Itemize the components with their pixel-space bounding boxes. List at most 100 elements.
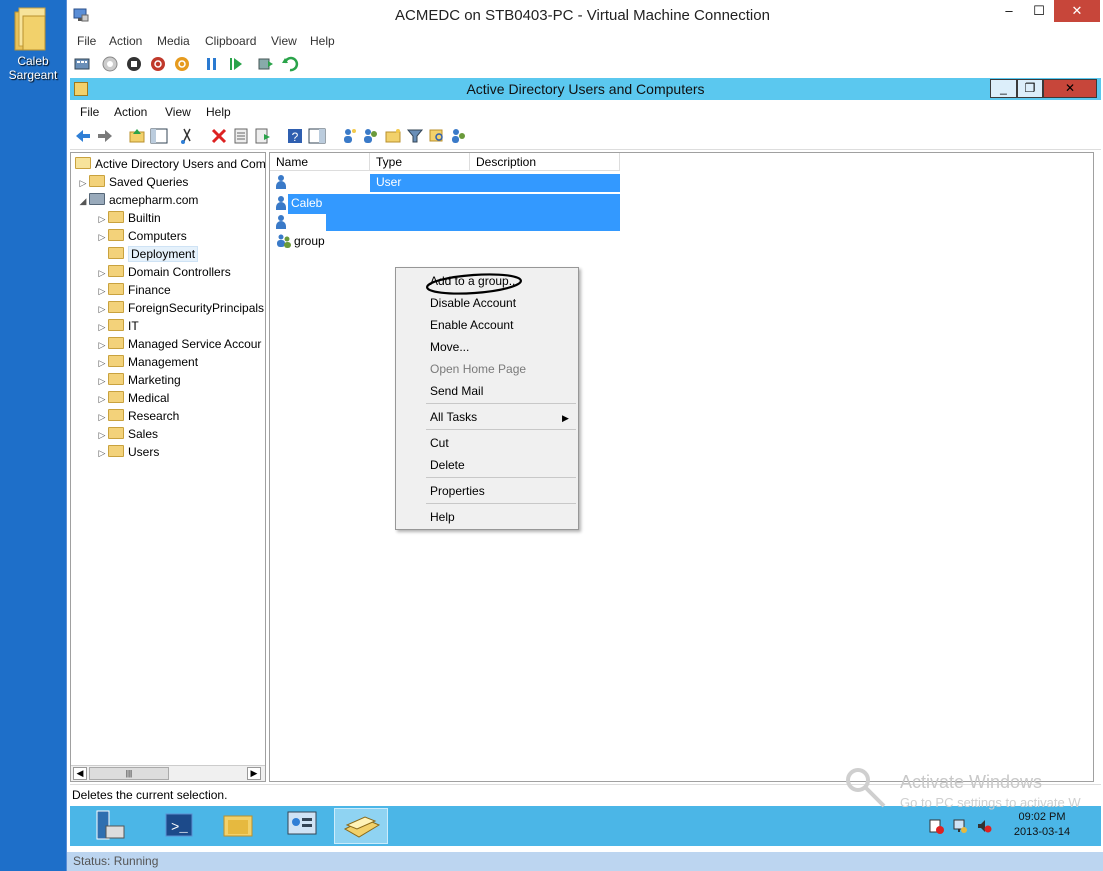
aduc-menu-file[interactable]: File: [80, 105, 99, 119]
menu-item-disable-account[interactable]: Disable Account: [430, 296, 516, 310]
expand-arrow-icon[interactable]: ▷: [96, 282, 108, 300]
tree-item-research[interactable]: ▷ Research: [96, 407, 179, 425]
turn-off-icon[interactable]: [125, 55, 143, 73]
tree-item-sales[interactable]: ▷ Sales: [96, 425, 158, 443]
expand-arrow-icon[interactable]: ▷: [96, 336, 108, 354]
revert-icon[interactable]: [281, 55, 299, 73]
menu-item-properties[interactable]: Properties: [430, 484, 485, 498]
resume-icon[interactable]: [227, 55, 245, 73]
network-tray-icon[interactable]: [952, 818, 968, 834]
menu-item-enable-account[interactable]: Enable Account: [430, 318, 513, 332]
expand-arrow-icon[interactable]: ▷: [96, 264, 108, 282]
up-folder-icon[interactable]: [128, 127, 146, 145]
vm-menu-clipboard[interactable]: Clipboard: [205, 34, 256, 48]
aduc-restore-button[interactable]: ❐: [1017, 79, 1043, 98]
expand-arrow-icon[interactable]: ▷: [96, 372, 108, 390]
tree-root[interactable]: Active Directory Users and Com: [75, 155, 265, 173]
cut-icon[interactable]: [178, 127, 196, 145]
new-group-icon[interactable]: [362, 127, 380, 145]
column-header-type[interactable]: Type: [370, 153, 470, 171]
tree-item-domain-controllers[interactable]: ▷ Domain Controllers: [96, 263, 231, 281]
expand-arrow-icon[interactable]: ▷: [96, 354, 108, 372]
list-item[interactable]: [276, 213, 291, 232]
delete-icon[interactable]: [210, 127, 228, 145]
vm-minimize-button[interactable]: –: [994, 0, 1024, 22]
vm-menu-help[interactable]: Help: [310, 34, 335, 48]
tree-item-managed-service-accounts[interactable]: ▷ Managed Service Accour: [96, 335, 261, 353]
taskbar-network[interactable]: [276, 808, 330, 844]
list-item[interactable]: [276, 173, 291, 192]
new-user-icon[interactable]: [340, 127, 358, 145]
scroll-thumb[interactable]: |||: [89, 767, 169, 780]
aduc-close-button[interactable]: ✕: [1043, 79, 1097, 98]
tree-item-marketing[interactable]: ▷ Marketing: [96, 371, 181, 389]
aduc-minimize-button[interactable]: _: [990, 79, 1017, 98]
expand-arrow-icon[interactable]: ▷: [96, 210, 108, 228]
ctrl-alt-del-icon[interactable]: [73, 55, 91, 73]
help-icon[interactable]: ?: [286, 127, 304, 145]
vm-menu-file[interactable]: File: [77, 34, 96, 48]
aduc-menu-view[interactable]: View: [165, 105, 191, 119]
expand-arrow-icon[interactable]: ▷: [96, 228, 108, 246]
filter-icon[interactable]: [406, 127, 424, 145]
vm-close-button[interactable]: ✕: [1054, 0, 1100, 22]
list-item[interactable]: Caleb: [276, 194, 322, 213]
tree-item-medical[interactable]: ▷ Medical: [96, 389, 169, 407]
vm-menu-view[interactable]: View: [271, 34, 297, 48]
back-arrow-icon[interactable]: [74, 127, 92, 145]
taskbar-server-manager[interactable]: [82, 808, 136, 844]
tree-item-deployment[interactable]: Deployment: [96, 245, 199, 263]
taskbar-file-explorer[interactable]: [212, 808, 266, 844]
aduc-menu-help[interactable]: Help: [206, 105, 231, 119]
expand-arrow-icon[interactable]: ▷: [96, 300, 108, 318]
taskbar-aduc[interactable]: [334, 808, 388, 844]
menu-item-all-tasks[interactable]: All Tasks: [430, 410, 477, 424]
find-icon[interactable]: [428, 127, 446, 145]
tree-item-domain[interactable]: ◢ acmepharm.com: [77, 191, 198, 209]
vm-maximize-button[interactable]: ☐: [1024, 0, 1054, 22]
tree-item-builtin[interactable]: ▷ Builtin: [96, 209, 161, 227]
action-pane-icon[interactable]: [308, 127, 326, 145]
menu-item-send-mail[interactable]: Send Mail: [430, 384, 483, 398]
tree-item-finance[interactable]: ▷ Finance: [96, 281, 171, 299]
tree-item-saved-queries[interactable]: ▷ Saved Queries: [77, 173, 188, 191]
column-header-description[interactable]: Description: [470, 153, 620, 171]
show-hide-tree-icon[interactable]: [150, 127, 168, 145]
checkpoint-icon[interactable]: [257, 55, 275, 73]
add-to-group-icon[interactable]: [450, 127, 468, 145]
taskbar-clock[interactable]: 09:02 PM 2013-03-14: [1002, 810, 1082, 840]
expand-arrow-icon[interactable]: ▷: [96, 390, 108, 408]
expand-arrow-icon[interactable]: ▷: [96, 318, 108, 336]
start-icon[interactable]: [101, 55, 119, 73]
menu-item-cut[interactable]: Cut: [430, 436, 449, 450]
new-ou-icon[interactable]: [384, 127, 402, 145]
pause-icon[interactable]: [203, 55, 221, 73]
taskbar-powershell[interactable]: >_: [152, 808, 206, 844]
list-item[interactable]: group: [276, 232, 325, 251]
column-header-name[interactable]: Name: [270, 153, 370, 171]
vm-menu-media[interactable]: Media: [157, 34, 190, 48]
menu-item-move[interactable]: Move...: [430, 340, 469, 354]
forward-arrow-icon[interactable]: [96, 127, 114, 145]
export-list-icon[interactable]: [254, 127, 272, 145]
properties-icon[interactable]: [232, 127, 250, 145]
scroll-left-icon[interactable]: ◀: [73, 767, 87, 780]
tree-item-management[interactable]: ▷ Management: [96, 353, 198, 371]
expand-arrow-icon[interactable]: ▷: [96, 408, 108, 426]
action-center-icon[interactable]: [928, 818, 944, 834]
tree-item-computers[interactable]: ▷ Computers: [96, 227, 187, 245]
tree-horizontal-scrollbar[interactable]: ◀ ||| ▶: [71, 765, 265, 781]
tree-item-users[interactable]: ▷ Users: [96, 443, 159, 461]
volume-muted-icon[interactable]: [976, 818, 992, 834]
aduc-menu-action[interactable]: Action: [114, 105, 147, 119]
menu-item-delete[interactable]: Delete: [430, 458, 465, 472]
menu-item-help[interactable]: Help: [430, 510, 455, 524]
shutdown-icon[interactable]: [149, 55, 167, 73]
scroll-right-icon[interactable]: ▶: [247, 767, 261, 780]
expand-arrow-icon[interactable]: ▷: [77, 174, 89, 192]
expand-arrow-icon[interactable]: ▷: [96, 426, 108, 444]
tree-item-it[interactable]: ▷ IT: [96, 317, 139, 335]
desktop-folder-shortcut[interactable]: Caleb Sargeant: [0, 0, 66, 90]
collapse-arrow-icon[interactable]: ◢: [77, 192, 89, 210]
expand-arrow-icon[interactable]: ▷: [96, 444, 108, 462]
